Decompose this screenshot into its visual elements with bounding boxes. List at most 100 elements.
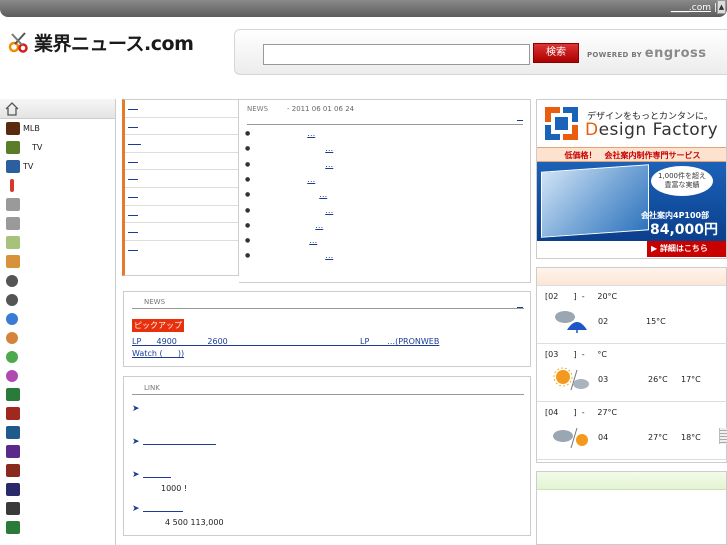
sidebar-item[interactable]: car-icon [0, 271, 115, 290]
sidebar-item[interactable]: monitor-icon [0, 461, 115, 480]
bullet-icon: ● [245, 206, 251, 214]
sidebar-item[interactable]: tv-iconTV [0, 157, 115, 176]
search-panel: 検索 POWERED BY engross [234, 29, 727, 75]
news-link[interactable]: … [255, 221, 323, 230]
category-link[interactable] [128, 139, 141, 146]
pickup-panel: NEWS ピックアップ LP 4900 2600 LP …(PRONWEB Wa… [123, 291, 531, 367]
sidebar-item[interactable]: monitor-icon [0, 499, 115, 518]
sidebar-item[interactable]: pin-icon [0, 176, 115, 195]
news-link[interactable]: … [255, 129, 315, 138]
category-nav-item[interactable] [125, 100, 238, 118]
sidebar-item[interactable]: people-icon [0, 195, 115, 214]
sidebar-item[interactable]: monitor-icon [0, 385, 115, 404]
car-icon: car-icon [6, 293, 18, 306]
powered-by-label: POWERED BY [587, 51, 643, 59]
category-link[interactable] [128, 192, 138, 198]
sidebar-list: baseball-iconMLBtv-iconTVtv-iconTVpin-ic… [0, 119, 115, 537]
category-nav-item[interactable] [125, 153, 238, 171]
sidebar-item[interactable]: house-icon [0, 252, 115, 271]
news-item: ●… [245, 190, 327, 199]
news-link[interactable]: … [255, 144, 333, 153]
tv-icon: tv-icon [6, 160, 20, 173]
design-factory-logo-icon [545, 107, 578, 140]
weather-title: [03 ] - °C [545, 350, 607, 359]
category-nav-item[interactable] [125, 118, 238, 136]
category-nav-item[interactable] [125, 206, 238, 224]
category-nav [122, 99, 239, 276]
scroll-up-button[interactable]: ▲ [717, 0, 726, 14]
right-panel [536, 471, 727, 545]
monitor-icon: monitor-icon [6, 445, 20, 458]
sidebar-item[interactable]: monitor-icon [0, 442, 115, 461]
ad-details-button[interactable]: ▶ 詳細はこちら [647, 241, 726, 257]
arrow-icon: ➤ [132, 437, 140, 447]
sidebar-item[interactable]: monitor-icon [0, 404, 115, 423]
link-item[interactable] [143, 471, 171, 478]
category-link[interactable] [128, 104, 138, 110]
arrow-icon: ➤ [132, 470, 140, 480]
category-nav-item[interactable] [125, 170, 238, 188]
category-link[interactable] [128, 227, 138, 234]
sidebar-item[interactable]: monitor-icon [0, 480, 115, 499]
home-icon[interactable] [5, 102, 19, 116]
ad-brand: Design Factory [585, 120, 718, 140]
monitor-icon: monitor-icon [6, 464, 20, 477]
category-link[interactable] [128, 174, 138, 181]
news-link[interactable]: … [255, 251, 333, 260]
news-link[interactable]: … [255, 236, 317, 245]
divider [132, 394, 524, 395]
sidebar-item[interactable]: globe-icon [0, 328, 115, 347]
home-row[interactable] [0, 99, 115, 119]
people-icon: people-icon [6, 217, 20, 230]
ad-header: デザインをもっとカンタンに。 Design Factory [537, 100, 726, 147]
category-link[interactable] [128, 157, 138, 163]
cloud-sun-icon [551, 424, 591, 450]
news-more-link[interactable] [517, 115, 523, 121]
logo-text: 業界ニュース.com [34, 32, 194, 55]
monitor-icon: monitor-icon [6, 426, 20, 439]
weather-day: [04 ] - 27°C 04 27°C 18°C [537, 402, 727, 460]
globe-icon: globe-icon [6, 350, 18, 363]
news-link[interactable]: … [255, 175, 315, 184]
category-nav-item[interactable] [125, 135, 238, 153]
weather-day: [02 ] - 20°C 02 15°C [537, 286, 727, 344]
category-nav-item[interactable] [125, 188, 238, 206]
category-nav-item[interactable] [125, 241, 238, 259]
link-item[interactable] [143, 438, 216, 445]
design-factory-ad[interactable]: デザインをもっとカンタンに。 Design Factory 低価格！ 会社案内制… [536, 99, 727, 259]
category-nav-item[interactable] [125, 223, 238, 241]
figure-icon: figure-icon [6, 236, 20, 249]
link-item[interactable] [143, 505, 183, 512]
category-link[interactable] [128, 210, 138, 216]
link-note: 1000 ! [161, 484, 188, 493]
resize-grip[interactable] [719, 428, 727, 444]
news-panel: NEWS - 2011 06 01 06 24 ●… ●… ●… ●… ●… ●… ●… ●…… [239, 99, 531, 283]
news-link[interactable]: … [255, 190, 327, 199]
news-item: ●… [245, 144, 333, 153]
sidebar-item[interactable]: globe-icon [0, 309, 115, 328]
news-link[interactable]: … [255, 206, 333, 215]
weather-high: 27°C [648, 433, 668, 442]
domain-link[interactable]: ____.com [671, 3, 711, 13]
pickup-article-link[interactable]: LP 4900 2600 LP …(PRONWEB Watch ( )) [132, 336, 524, 360]
category-link[interactable] [128, 245, 138, 251]
baseball-icon: baseball-icon [6, 122, 20, 135]
sidebar-item[interactable]: baseball-iconMLB [0, 119, 115, 138]
monitor-icon: monitor-icon [6, 502, 20, 515]
sidebar-item[interactable]: figure-icon [0, 233, 115, 252]
sidebar-item[interactable]: globe-icon [0, 347, 115, 366]
sidebar-item[interactable]: car-icon [0, 290, 115, 309]
sidebar-item[interactable]: tv-iconTV [0, 138, 115, 157]
news-item: ●… [245, 206, 333, 215]
news-item: ●… [245, 175, 315, 184]
search-button[interactable]: 検索 [533, 43, 579, 63]
news-link[interactable]: … [255, 160, 333, 169]
sidebar-item[interactable]: monitor-icon [0, 423, 115, 442]
monitor-icon: monitor-icon [6, 407, 20, 420]
sidebar-item[interactable]: people-icon [0, 214, 115, 233]
category-link[interactable] [128, 122, 138, 128]
sidebar-item[interactable]: globe-icon [0, 366, 115, 385]
sidebar-item[interactable]: monitor-icon [0, 518, 115, 537]
site-logo[interactable]: 業界ニュース.com [8, 30, 194, 55]
search-input[interactable] [263, 44, 530, 65]
